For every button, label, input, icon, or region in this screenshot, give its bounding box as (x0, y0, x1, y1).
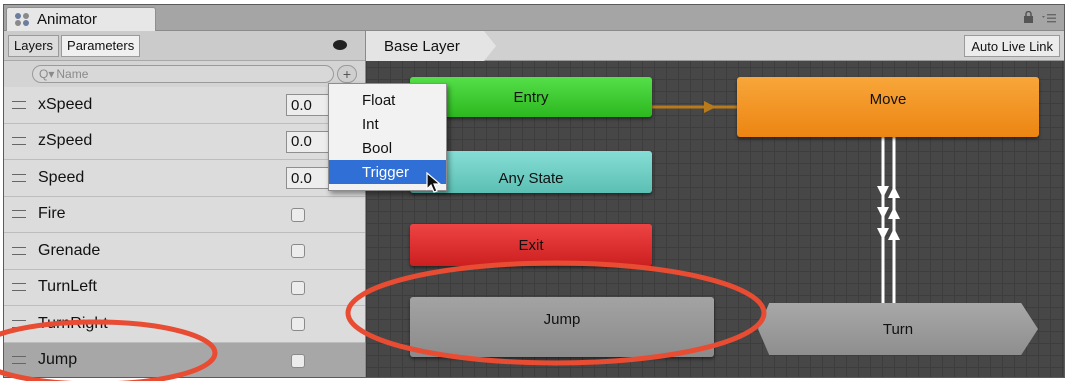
parameter-float-field[interactable]: 0.0 (286, 94, 332, 116)
animator-window: Animator Layers Parameters Q▾ Name + xSp… (3, 4, 1065, 378)
add-parameter-button[interactable]: + (337, 65, 357, 83)
parameter-name: TurnLeft (38, 278, 97, 296)
panel-tabs: Layers Parameters (4, 31, 365, 61)
menu-item-bool[interactable]: Bool (329, 136, 446, 160)
drag-handle-icon[interactable] (12, 173, 26, 182)
parameter-checkbox[interactable] (291, 244, 305, 258)
parameter-name: xSpeed (38, 95, 93, 113)
parameter-float-field[interactable]: 0.0 (286, 167, 332, 189)
parameter-row-jump[interactable]: Jump (4, 342, 365, 377)
drag-handle-icon[interactable] (12, 210, 26, 219)
state-machine-graph[interactable]: Base Layer Auto Live Link Entry Any Stat… (366, 31, 1064, 377)
move-turn-transitions[interactable] (877, 137, 900, 303)
tab-parameters[interactable]: Parameters (61, 34, 141, 57)
parameters-panel: Layers Parameters Q▾ Name + xSpeed 0.0 z… (4, 31, 366, 377)
mouse-pointer-icon (426, 172, 442, 193)
parameter-checkbox[interactable] (291, 280, 305, 295)
drag-handle-icon[interactable] (12, 283, 26, 292)
eye-icon[interactable] (333, 40, 347, 50)
parameter-checkbox[interactable] (291, 207, 305, 222)
state-turn[interactable]: Turn (758, 303, 1038, 355)
parameter-name: Speed (38, 168, 85, 186)
lock-icon[interactable] (1023, 10, 1034, 26)
drag-handle-icon[interactable] (12, 137, 26, 146)
search-input[interactable]: Q▾ Name (32, 65, 334, 83)
state-jump[interactable]: Jump (410, 297, 714, 357)
menu-item-float[interactable]: Float (329, 88, 446, 112)
parameter-checkbox[interactable] (291, 353, 305, 368)
menu-icon[interactable] (1042, 11, 1056, 26)
animator-icon (15, 12, 31, 27)
parameter-row-fire[interactable]: Fire (4, 196, 365, 233)
menu-item-int[interactable]: Int (329, 112, 446, 136)
state-exit[interactable]: Exit (410, 224, 652, 266)
drag-handle-icon[interactable] (12, 356, 26, 365)
drag-handle-icon[interactable] (12, 246, 26, 255)
parameter-row-zspeed[interactable]: zSpeed 0.0 (4, 123, 365, 160)
parameter-checkbox[interactable] (291, 317, 305, 331)
animator-window-tab[interactable]: Animator (6, 7, 156, 31)
parameter-name: Fire (38, 205, 66, 223)
search-placeholder: Name (56, 67, 89, 81)
parameter-row-turnright[interactable]: TurnRight (4, 306, 365, 343)
state-move[interactable]: Move (737, 77, 1039, 137)
drag-handle-icon[interactable] (12, 319, 26, 328)
window-title-bar: Animator (4, 5, 1064, 31)
parameter-row-speed[interactable]: Speed 0.0 (4, 160, 365, 197)
parameter-name: TurnRight (38, 314, 108, 332)
parameter-name: Grenade (38, 241, 101, 259)
tab-layers[interactable]: Layers (8, 34, 60, 57)
search-icon: Q▾ (39, 67, 55, 81)
search-row: Q▾ Name + (4, 61, 365, 87)
entry-to-move-transition[interactable] (652, 101, 737, 113)
drag-handle-icon[interactable] (12, 100, 26, 109)
parameter-float-field[interactable]: 0.0 (286, 130, 332, 153)
parameter-row-xspeed[interactable]: xSpeed 0.0 (4, 87, 365, 124)
window-title: Animator (37, 11, 98, 28)
parameter-row-turnleft[interactable]: TurnLeft (4, 269, 365, 306)
parameter-row-grenade[interactable]: Grenade (4, 233, 365, 270)
parameter-name: zSpeed (38, 132, 93, 150)
parameter-name: Jump (38, 351, 78, 369)
